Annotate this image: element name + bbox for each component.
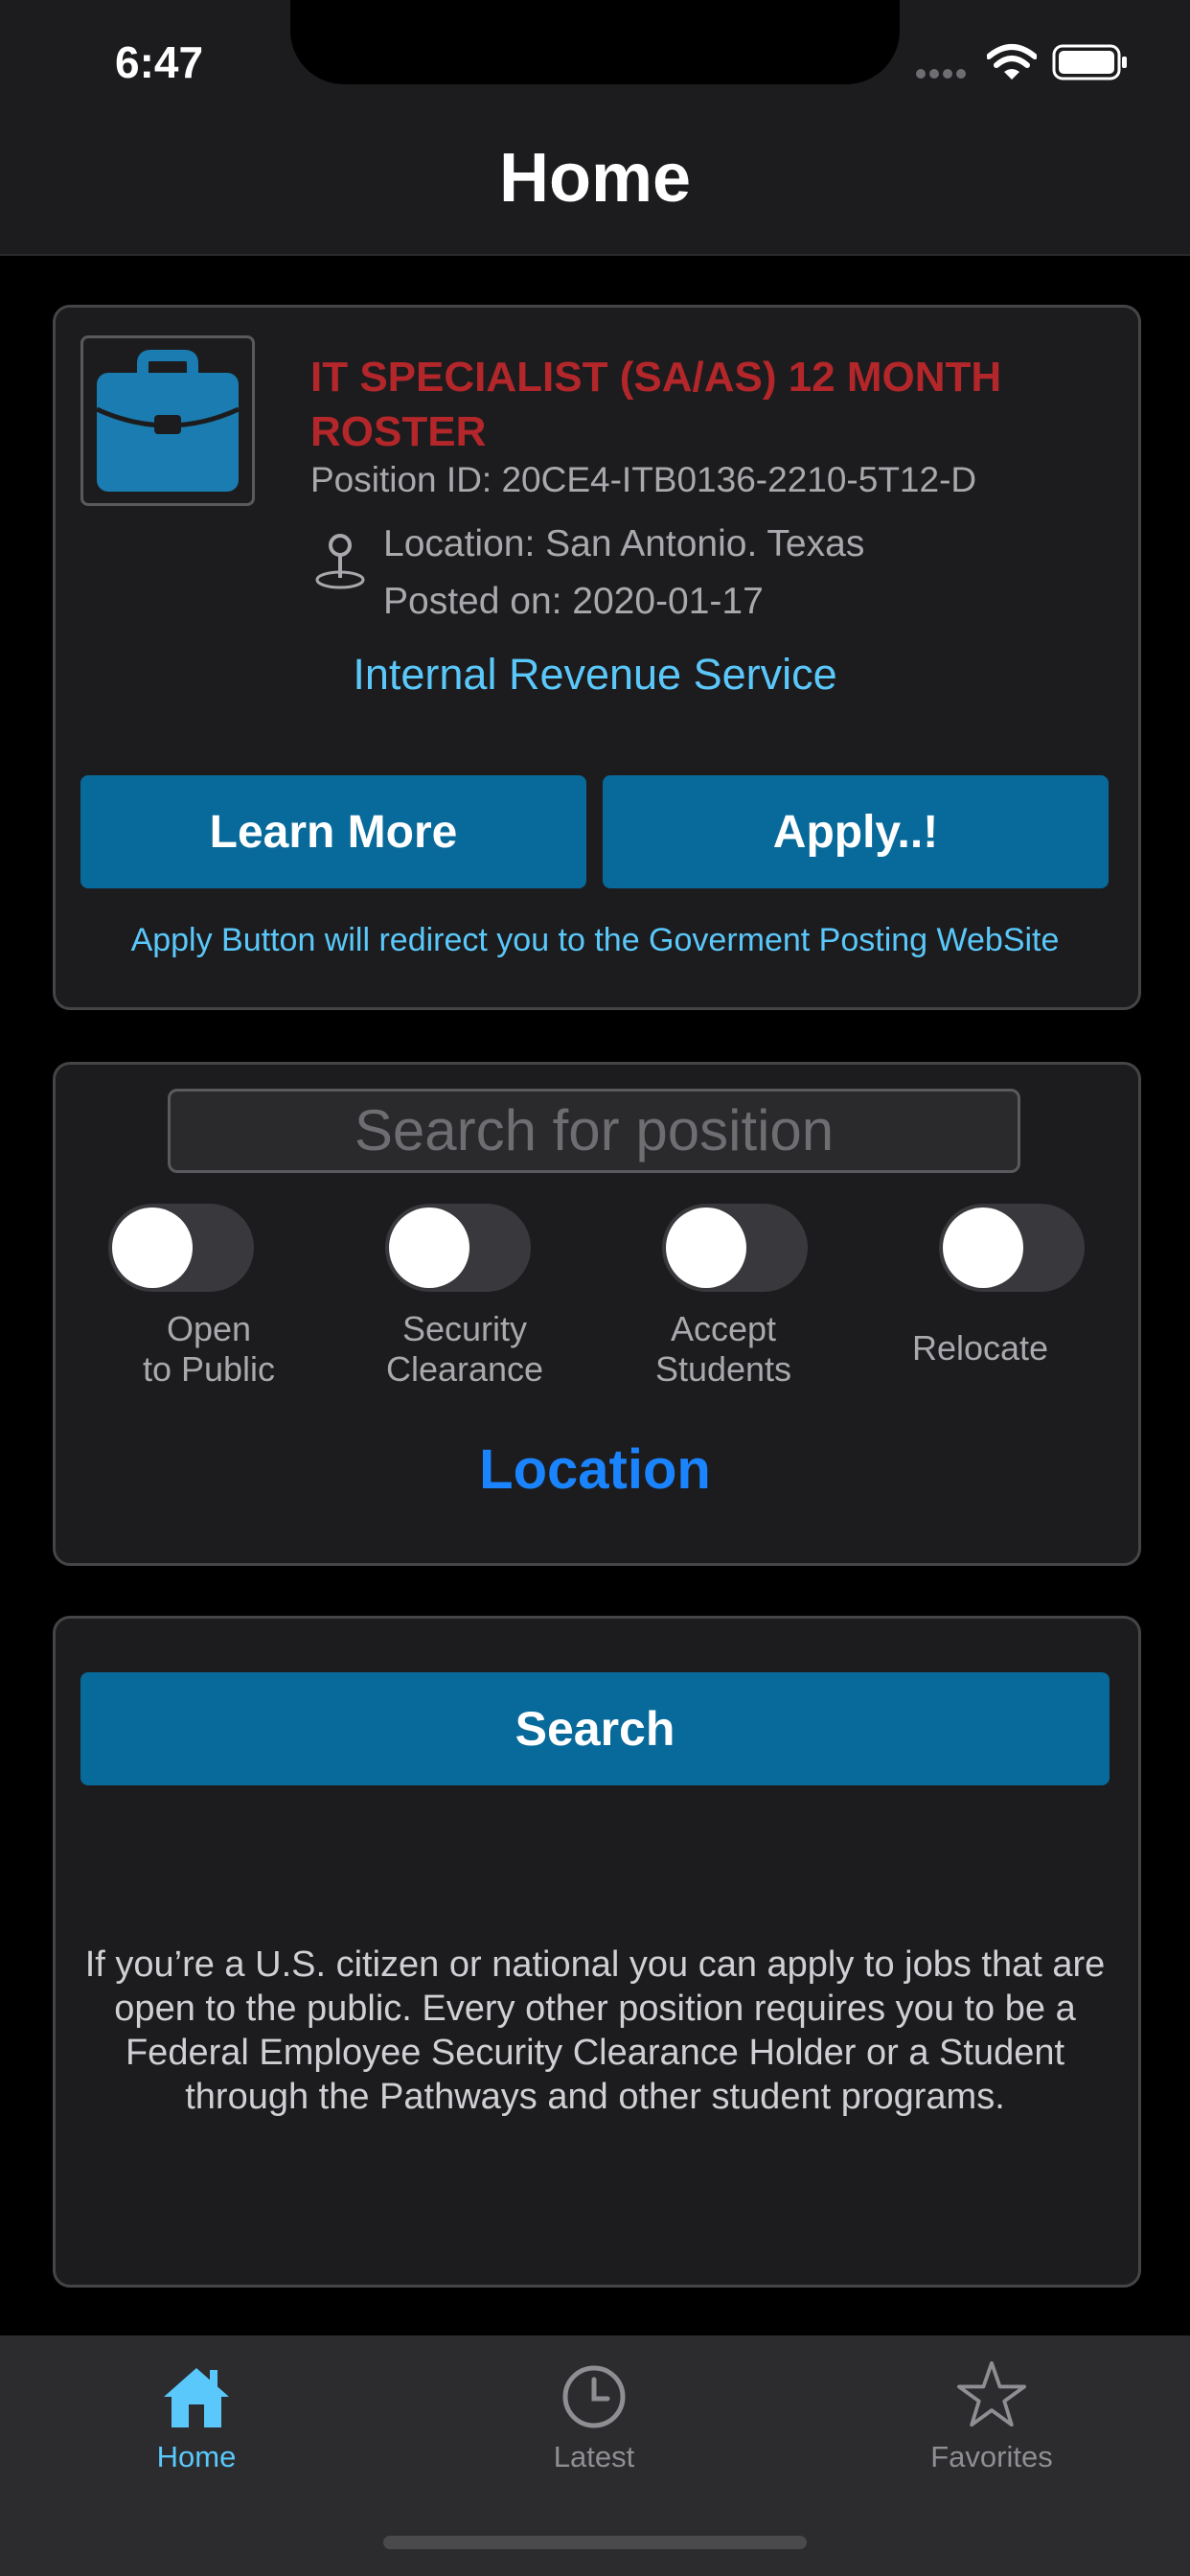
page-title: Home bbox=[498, 140, 692, 217]
clock-icon bbox=[562, 2365, 626, 2428]
position-id: Position ID: 20CE4-ITB0136-2210-5T12-D bbox=[310, 460, 977, 499]
job-location: Location: San Antonio. Texas bbox=[383, 523, 865, 564]
agency-link[interactable]: Internal Revenue Service bbox=[0, 650, 1190, 700]
toggle-label-security-clearance: Security Clearance bbox=[385, 1309, 544, 1389]
tab-home[interactable]: Home bbox=[53, 2440, 340, 2474]
search-button[interactable]: Search bbox=[80, 1672, 1110, 1785]
open-to-public-toggle[interactable] bbox=[108, 1204, 254, 1292]
toggle-knob bbox=[389, 1208, 469, 1288]
posted-date: Posted on: 2020-01-17 bbox=[383, 581, 764, 622]
toggle-label-relocate: Relocate bbox=[911, 1328, 1049, 1368]
cellular-signal-icon bbox=[916, 69, 966, 79]
toggle-knob bbox=[112, 1208, 193, 1288]
search-input[interactable] bbox=[168, 1089, 1020, 1173]
star-icon bbox=[956, 2360, 1026, 2427]
apply-button[interactable]: Apply..! bbox=[603, 775, 1109, 888]
toggle-label-accept-students: Accept Students bbox=[654, 1309, 792, 1389]
location-button[interactable]: Location bbox=[0, 1438, 1190, 1502]
job-title: IT SPECIALIST (SA/AS) 12 MONTH ROSTER bbox=[310, 354, 1002, 455]
home-indicator bbox=[383, 2536, 807, 2549]
location-pin-icon bbox=[315, 534, 365, 589]
battery-icon bbox=[1052, 44, 1127, 80]
learn-more-button[interactable]: Learn More bbox=[80, 775, 586, 888]
toggle-knob bbox=[666, 1208, 746, 1288]
eligibility-info: If you’re a U.S. citizen or national you… bbox=[84, 1944, 1106, 2117]
toggle-label-open-to-public: Open to Public bbox=[142, 1309, 276, 1389]
relocate-toggle[interactable] bbox=[939, 1204, 1085, 1292]
status-time: 6:47 bbox=[115, 37, 204, 87]
home-icon bbox=[164, 2368, 229, 2427]
accept-students-toggle[interactable] bbox=[662, 1204, 808, 1292]
security-clearance-toggle[interactable] bbox=[385, 1204, 531, 1292]
briefcase-icon bbox=[95, 350, 240, 492]
job-logo bbox=[80, 335, 255, 506]
tab-latest[interactable]: Latest bbox=[450, 2440, 738, 2474]
apply-note: Apply Button will redirect you to the Go… bbox=[130, 922, 1060, 958]
tab-favorites[interactable]: Favorites bbox=[848, 2440, 1135, 2474]
toggle-knob bbox=[943, 1208, 1023, 1288]
wifi-icon bbox=[987, 44, 1037, 80]
device-notch bbox=[290, 0, 900, 84]
